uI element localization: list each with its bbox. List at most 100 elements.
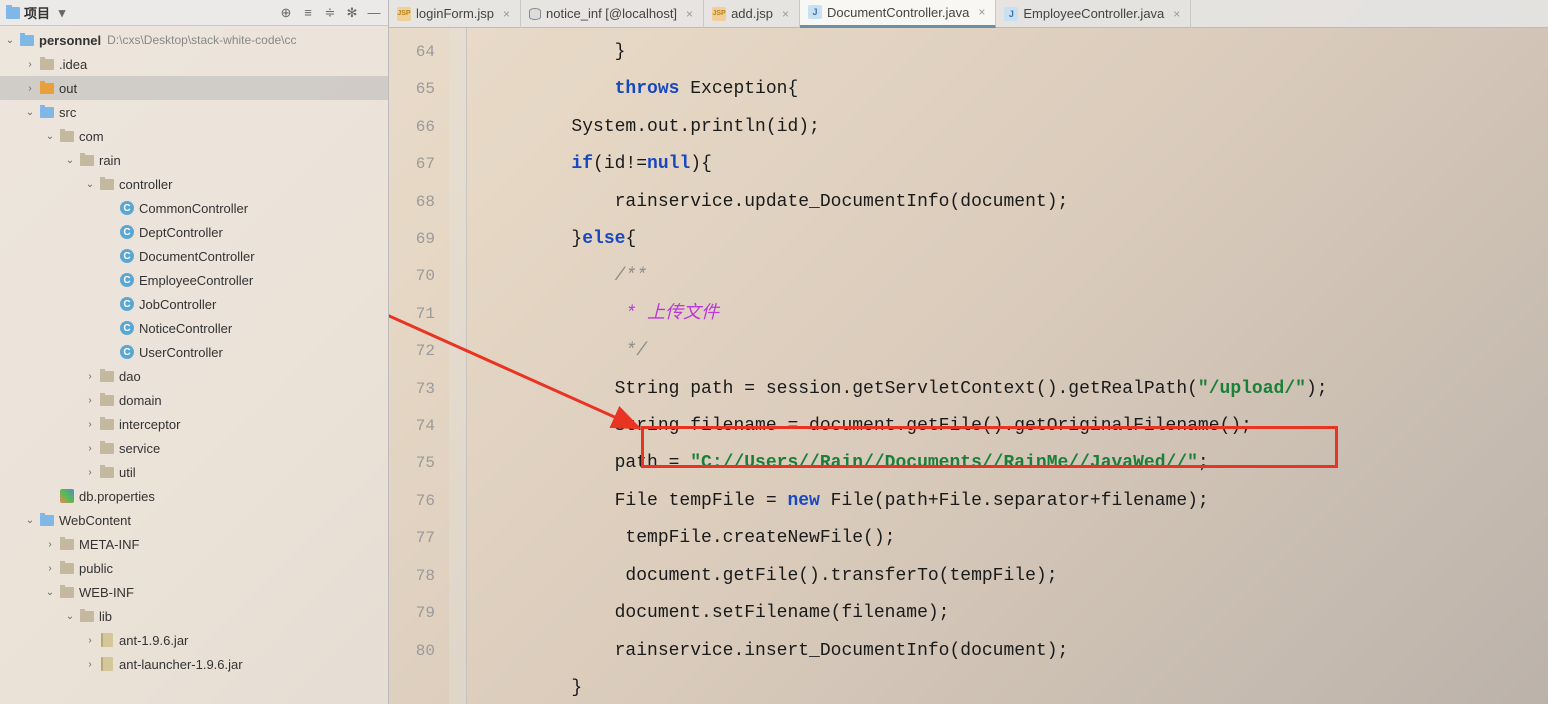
tree-item-label: out	[59, 81, 77, 96]
tab-label: notice_inf [@localhost]	[546, 6, 677, 21]
tree-item-public[interactable]: ›public	[0, 556, 388, 580]
chevron-right-icon[interactable]: ›	[82, 395, 98, 406]
line-number: 72	[389, 333, 435, 370]
tree-item-label: controller	[119, 177, 172, 192]
expand-icon[interactable]: ≡	[300, 5, 316, 21]
tab-notice_inf---localhost-[interactable]: notice_inf [@localhost] ×	[521, 0, 704, 28]
tree-item-documentcontroller[interactable]: CDocumentController	[0, 244, 388, 268]
project-sidebar: 项目 ▾ ⊕ ≡ ≑ ✻ — ⌄ personnel D:\cxs\Deskto…	[0, 0, 389, 704]
tab-label: add.jsp	[731, 6, 773, 21]
chevron-down-icon[interactable]: ⌄	[42, 587, 58, 598]
tab-add-jsp[interactable]: JSPadd.jsp×	[704, 0, 800, 28]
fold-gutter[interactable]	[449, 28, 467, 704]
dropdown-icon[interactable]: ▾	[54, 5, 70, 21]
folder-icon	[100, 371, 114, 382]
tree-item-deptcontroller[interactable]: C DeptController	[0, 220, 388, 244]
tree-item-label: .idea	[59, 57, 87, 72]
chevron-right-icon[interactable]: ›	[22, 59, 38, 70]
tree-item-jobcontroller[interactable]: CJobController	[0, 292, 388, 316]
tree-item-domain[interactable]: ›domain	[0, 388, 388, 412]
project-tree[interactable]: ⌄ personnel D:\cxs\Desktop\stack-white-c…	[0, 26, 388, 704]
tree-item-lib[interactable]: ⌄lib	[0, 604, 388, 628]
tree-item-label: NoticeController	[139, 321, 232, 336]
tree-item-label: WebContent	[59, 513, 131, 528]
jsp-icon: JSP	[397, 7, 411, 21]
chevron-down-icon[interactable]: ⌄	[62, 155, 78, 166]
chevron-right-icon[interactable]: ›	[82, 419, 98, 430]
tree-item-ant-launcher-1-9-6-jar[interactable]: ›ant-launcher-1.9.6.jar	[0, 652, 388, 676]
tree-item-webcontent[interactable]: ⌄ WebContent	[0, 508, 388, 532]
folder-icon	[100, 467, 114, 478]
chevron-down-icon[interactable]: ⌄	[22, 107, 38, 118]
tree-item-db-properties[interactable]: db.properties	[0, 484, 388, 508]
line-number: 71	[389, 296, 435, 333]
close-icon[interactable]: ×	[782, 7, 789, 21]
tree-item-util[interactable]: ›util	[0, 460, 388, 484]
class-icon: C	[120, 345, 134, 359]
locate-icon[interactable]: ⊕	[278, 5, 294, 21]
hide-icon[interactable]: —	[366, 5, 382, 21]
tree-item-commoncontroller[interactable]: CCommonController	[0, 196, 388, 220]
chevron-down-icon[interactable]: ⌄	[2, 35, 18, 46]
tree-item-service[interactable]: ›service	[0, 436, 388, 460]
tree-item-interceptor[interactable]: › interceptor	[0, 412, 388, 436]
tree-item-usercontroller[interactable]: CUserController	[0, 340, 388, 364]
tree-item-dao[interactable]: › dao	[0, 364, 388, 388]
tree-item-label: com	[79, 129, 104, 144]
tab-documentcontroller-java[interactable]: JDocumentController.java×	[800, 0, 996, 28]
line-number: 79	[389, 595, 435, 632]
chevron-right-icon[interactable]: ›	[82, 635, 98, 646]
chevron-right-icon[interactable]: ›	[82, 371, 98, 382]
tree-item-label: dao	[119, 369, 141, 384]
tree-item-label: DeptController	[139, 225, 223, 240]
close-icon[interactable]: ×	[978, 5, 985, 19]
line-number: 73	[389, 371, 435, 408]
tree-item-meta-inf[interactable]: ›META-INF	[0, 532, 388, 556]
java-icon: J	[1004, 7, 1018, 21]
tab-loginform-jsp[interactable]: JSPloginForm.jsp×	[389, 0, 521, 28]
editor-area: JSPloginForm.jsp×notice_inf [@localhost]…	[389, 0, 1548, 704]
line-number: 67	[389, 146, 435, 183]
line-number: 68	[389, 184, 435, 221]
tree-item-label: EmployeeController	[139, 273, 253, 288]
chevron-right-icon[interactable]: ›	[42, 539, 58, 550]
chevron-right-icon[interactable]: ›	[82, 659, 98, 670]
close-icon[interactable]: ×	[686, 7, 693, 21]
tree-item-label: CommonController	[139, 201, 248, 216]
tree-item-web-inf[interactable]: ⌄WEB-INF	[0, 580, 388, 604]
chevron-down-icon[interactable]: ⌄	[82, 179, 98, 190]
class-icon: C	[120, 225, 134, 239]
settings-icon[interactable]: ✻	[344, 5, 360, 21]
chevron-right-icon[interactable]: ›	[22, 83, 38, 94]
tree-item-label: src	[59, 105, 76, 120]
project-path: D:\cxs\Desktop\stack-white-code\cc	[107, 33, 296, 47]
code-view[interactable]: } throws Exception{ System.out.println(i…	[467, 28, 1548, 704]
chevron-down-icon[interactable]: ⌄	[22, 515, 38, 526]
tree-root[interactable]: ⌄ personnel D:\cxs\Desktop\stack-white-c…	[0, 28, 388, 52]
tree-item-ant-1-9-6-jar[interactable]: ›ant-1.9.6.jar	[0, 628, 388, 652]
tab-employeecontroller-java[interactable]: JEmployeeController.java×	[996, 0, 1191, 28]
class-icon: C	[120, 273, 134, 287]
tree-item-src[interactable]: ⌄ src	[0, 100, 388, 124]
chevron-right-icon[interactable]: ›	[42, 563, 58, 574]
chevron-right-icon[interactable]: ›	[82, 443, 98, 454]
tree-item-noticecontroller[interactable]: CNoticeController	[0, 316, 388, 340]
collapse-icon[interactable]: ≑	[322, 5, 338, 21]
chevron-down-icon[interactable]: ⌄	[42, 131, 58, 142]
editor-body: 6465666768697071727374757677787980 } thr…	[389, 28, 1548, 704]
close-icon[interactable]: ×	[1173, 7, 1180, 21]
close-icon[interactable]: ×	[503, 7, 510, 21]
tree-item-rain[interactable]: ⌄rain	[0, 148, 388, 172]
chevron-down-icon[interactable]: ⌄	[62, 611, 78, 622]
tree-item-out[interactable]: › out	[0, 76, 388, 100]
tree-item-employeecontroller[interactable]: C EmployeeController	[0, 268, 388, 292]
line-number: 76	[389, 483, 435, 520]
chevron-right-icon[interactable]: ›	[82, 467, 98, 478]
tree-item-com[interactable]: ⌄ com	[0, 124, 388, 148]
tree-item-label: interceptor	[119, 417, 180, 432]
folder-icon	[100, 179, 114, 190]
folder-icon	[40, 107, 54, 118]
tree-item--idea[interactable]: › .idea	[0, 52, 388, 76]
tree-item-controller[interactable]: ⌄ controller	[0, 172, 388, 196]
jar-icon	[101, 633, 113, 647]
